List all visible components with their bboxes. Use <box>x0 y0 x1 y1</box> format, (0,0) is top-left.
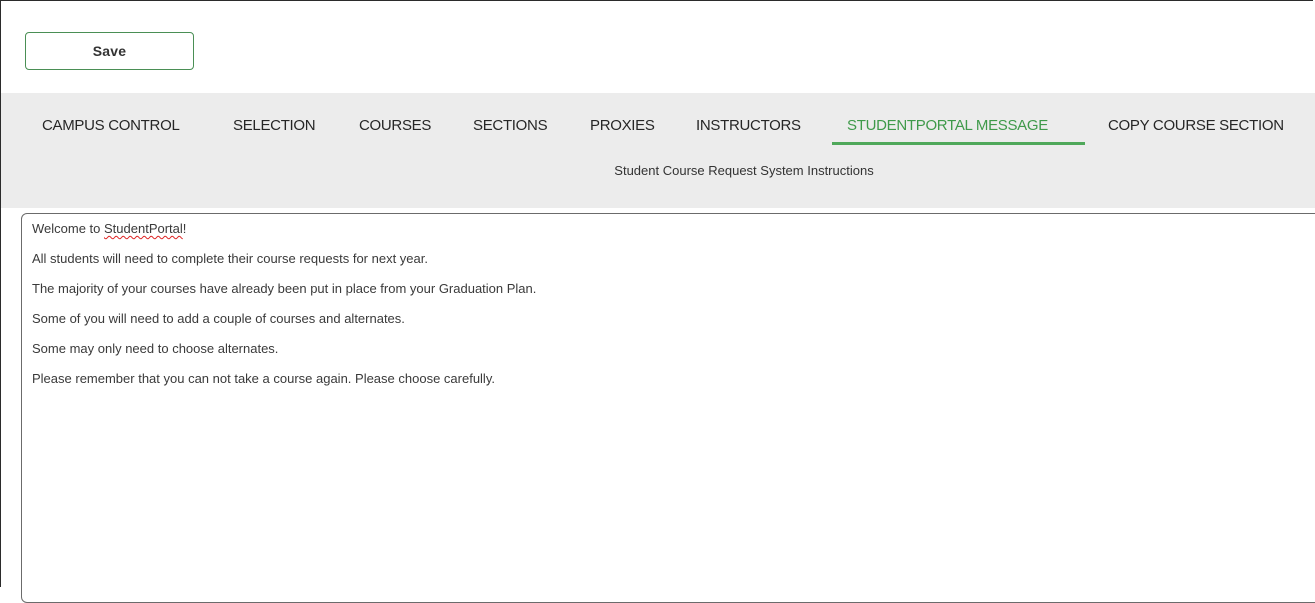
message-line: Please remember that you can not take a … <box>32 371 495 386</box>
tab-copy-course-section[interactable]: COPY COURSE SECTION <box>1108 117 1284 141</box>
message-line: Some of you will need to add a couple of… <box>32 311 405 326</box>
tab-bar: CAMPUS CONTROL SELECTION COURSES SECTION… <box>1 93 1315 208</box>
save-button[interactable]: Save <box>25 32 194 70</box>
message-editor[interactable]: Welcome to StudentPortal! All students w… <box>21 213 1315 603</box>
tab-courses[interactable]: COURSES <box>359 117 431 141</box>
tab-selection[interactable]: SELECTION <box>233 117 316 141</box>
message-line: Some may only need to choose alternates. <box>32 341 279 356</box>
tab-campus-control[interactable]: CAMPUS CONTROL <box>42 117 180 141</box>
active-tab-indicator <box>832 142 1085 145</box>
section-subtitle: Student Course Request System Instructio… <box>614 163 874 178</box>
message-line: The majority of your courses have alread… <box>32 281 537 296</box>
spellcheck-word: StudentPortal <box>104 221 183 236</box>
toolbar: Save <box>1 1 1315 93</box>
message-line: Welcome to StudentPortal! <box>32 221 187 236</box>
message-line: All students will need to complete their… <box>32 251 428 266</box>
tab-sections[interactable]: SECTIONS <box>473 117 548 141</box>
tab-instructors[interactable]: INSTRUCTORS <box>696 117 801 141</box>
tab-proxies[interactable]: PROXIES <box>590 117 655 141</box>
tab-studentportal-message[interactable]: STUDENTPORTAL MESSAGE <box>847 117 1048 141</box>
